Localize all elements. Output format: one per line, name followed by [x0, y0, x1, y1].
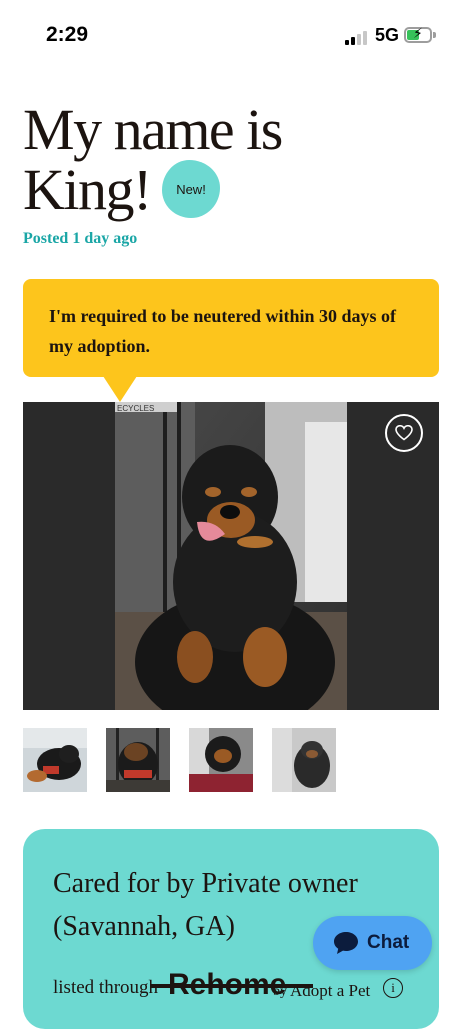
rehome-logo-underline: [150, 984, 313, 988]
thumbnail-image: [23, 728, 87, 792]
cellular-signal-icon: [345, 30, 369, 45]
photo-thumbnail[interactable]: [189, 728, 253, 792]
favorite-button[interactable]: [385, 414, 423, 452]
battery-cap: [433, 32, 436, 38]
main-dog-photo: ECYCLES: [115, 402, 347, 710]
notice-pointer: [103, 376, 137, 402]
photo-thumbnail[interactable]: [23, 728, 87, 792]
svg-text:ECYCLES: ECYCLES: [117, 404, 154, 413]
status-bar: 2:29 5G ⚡: [0, 0, 462, 70]
new-badge: New!: [162, 160, 220, 218]
chat-button[interactable]: Chat: [313, 916, 432, 970]
by-label: by: [273, 984, 287, 999]
listed-through-label: listed through: [53, 977, 159, 998]
info-icon[interactable]: i: [383, 978, 403, 998]
thumbnail-image: [189, 728, 253, 792]
photo-thumbnail[interactable]: [272, 728, 336, 792]
photo-thumbnail[interactable]: [106, 728, 170, 792]
battery-charging-icon: ⚡: [404, 26, 432, 43]
new-badge-label: New!: [176, 181, 206, 197]
heart-outline-icon: [395, 425, 413, 441]
info-icon-glyph: i: [391, 980, 395, 995]
speech-bubble-icon: [334, 932, 358, 954]
adopt-a-pet-logo: Adopt a Pet: [290, 981, 371, 1000]
posted-time: Posted 1 day ago: [23, 230, 138, 247]
status-time: 2:29: [46, 23, 89, 46]
neuter-requirement-notice: I'm required to be neutered within 30 da…: [23, 279, 439, 377]
chat-label: Chat: [367, 932, 410, 953]
network-type: 5G: [375, 25, 400, 45]
thumbnail-image: [272, 728, 336, 792]
thumbnail-image: [106, 728, 170, 792]
main-photo-frame[interactable]: ECYCLES: [23, 402, 439, 710]
